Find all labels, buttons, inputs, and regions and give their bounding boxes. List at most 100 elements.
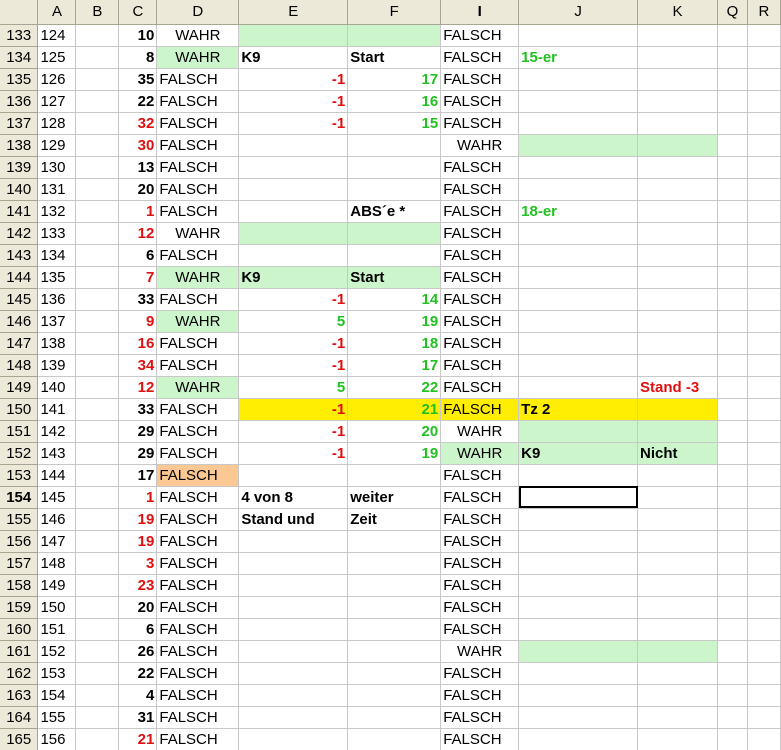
cell-d[interactable]: FALSCH <box>156 662 240 685</box>
cell-a[interactable]: 145 <box>37 486 77 509</box>
cell-c[interactable]: 30 <box>118 134 158 157</box>
cell-i[interactable]: FALSCH <box>440 728 520 750</box>
cell-f[interactable] <box>347 728 442 750</box>
cell-k[interactable] <box>637 200 718 223</box>
cell-i[interactable]: FALSCH <box>440 112 520 135</box>
cell-r[interactable] <box>747 156 781 179</box>
cell-d[interactable]: FALSCH <box>156 332 240 355</box>
cell-c[interactable]: 35 <box>118 68 158 91</box>
cell-d[interactable]: FALSCH <box>156 684 240 707</box>
cell-k[interactable] <box>637 288 718 311</box>
cell-i[interactable]: FALSCH <box>440 618 520 641</box>
cell-e[interactable]: 5 <box>238 376 349 399</box>
cell-d[interactable]: FALSCH <box>156 464 240 487</box>
cell-r[interactable] <box>747 178 781 201</box>
cell-b[interactable] <box>75 332 120 355</box>
cell-e[interactable]: -1 <box>238 332 349 355</box>
cell-d[interactable]: FALSCH <box>156 200 240 223</box>
cell-j[interactable] <box>518 288 639 311</box>
cell-e[interactable] <box>238 662 349 685</box>
cell-b[interactable] <box>75 398 120 421</box>
column-header-j[interactable]: J <box>518 0 639 25</box>
cell-b[interactable] <box>75 706 120 729</box>
cell-f[interactable] <box>347 640 442 663</box>
cell-b[interactable] <box>75 530 120 553</box>
cell-k[interactable] <box>637 398 718 421</box>
cell-j[interactable] <box>518 662 639 685</box>
cell-a[interactable]: 153 <box>37 662 77 685</box>
cell-c[interactable]: 3 <box>118 552 158 575</box>
cell-f[interactable]: 19 <box>347 442 442 465</box>
cell-j[interactable]: Tz 2 <box>518 398 639 421</box>
cell-j[interactable] <box>518 156 639 179</box>
cell-q[interactable] <box>717 398 748 421</box>
cell-k[interactable] <box>637 112 718 135</box>
row-header[interactable]: 145 <box>0 288 39 311</box>
cell-k[interactable] <box>637 24 718 47</box>
cell-e[interactable] <box>238 134 349 157</box>
cell-b[interactable] <box>75 684 120 707</box>
cell-b[interactable] <box>75 310 120 333</box>
cell-c[interactable]: 19 <box>118 508 158 531</box>
cell-d[interactable]: FALSCH <box>156 486 240 509</box>
cell-i[interactable]: FALSCH <box>440 530 520 553</box>
cell-d[interactable]: WAHR <box>156 310 240 333</box>
cell-d[interactable]: FALSCH <box>156 244 240 267</box>
cell-b[interactable] <box>75 222 120 245</box>
cell-a[interactable]: 155 <box>37 706 77 729</box>
cell-f[interactable]: 18 <box>347 332 442 355</box>
cell-c[interactable]: 1 <box>118 486 158 509</box>
cell-e[interactable] <box>238 178 349 201</box>
cell-e[interactable]: -1 <box>238 442 349 465</box>
cell-a[interactable]: 137 <box>37 310 77 333</box>
cell-b[interactable] <box>75 464 120 487</box>
cell-a[interactable]: 154 <box>37 684 77 707</box>
cell-f[interactable] <box>347 222 442 245</box>
cell-c[interactable]: 22 <box>118 662 158 685</box>
cell-j[interactable] <box>518 706 639 729</box>
cell-i[interactable]: FALSCH <box>440 684 520 707</box>
cell-e[interactable] <box>238 24 349 47</box>
row-header[interactable]: 154 <box>0 486 39 509</box>
cell-r[interactable] <box>747 332 781 355</box>
cell-b[interactable] <box>75 354 120 377</box>
cell-r[interactable] <box>747 684 781 707</box>
column-header-q[interactable]: Q <box>717 0 748 25</box>
cell-f[interactable]: Start <box>347 266 442 289</box>
cell-b[interactable] <box>75 68 120 91</box>
cell-q[interactable] <box>717 90 748 113</box>
cell-k[interactable] <box>637 420 718 443</box>
row-header[interactable]: 142 <box>0 222 39 245</box>
cell-f[interactable] <box>347 618 442 641</box>
cell-r[interactable] <box>747 310 781 333</box>
cell-d[interactable]: WAHR <box>156 376 240 399</box>
cell-r[interactable] <box>747 640 781 663</box>
cell-k[interactable] <box>637 508 718 531</box>
cell-j[interactable] <box>518 420 639 443</box>
cell-a[interactable]: 139 <box>37 354 77 377</box>
cell-b[interactable] <box>75 574 120 597</box>
cell-i[interactable]: FALSCH <box>440 310 520 333</box>
cell-r[interactable] <box>747 398 781 421</box>
cell-i[interactable]: FALSCH <box>440 156 520 179</box>
cell-c[interactable]: 6 <box>118 244 158 267</box>
cell-q[interactable] <box>717 200 748 223</box>
cell-d[interactable]: WAHR <box>156 24 240 47</box>
cell-b[interactable] <box>75 156 120 179</box>
cell-i[interactable]: FALSCH <box>440 706 520 729</box>
cell-k[interactable] <box>637 90 718 113</box>
cell-e[interactable] <box>238 574 349 597</box>
cell-k[interactable] <box>637 618 718 641</box>
cell-f[interactable] <box>347 178 442 201</box>
cell-r[interactable] <box>747 266 781 289</box>
cell-d[interactable]: FALSCH <box>156 640 240 663</box>
column-header-r[interactable]: R <box>747 0 781 25</box>
cell-b[interactable] <box>75 288 120 311</box>
cell-d[interactable]: FALSCH <box>156 134 240 157</box>
row-header[interactable]: 135 <box>0 68 39 91</box>
cell-k[interactable] <box>637 486 718 509</box>
cell-j[interactable] <box>518 310 639 333</box>
cell-k[interactable] <box>637 464 718 487</box>
cell-k[interactable] <box>637 728 718 750</box>
column-header-f[interactable]: F <box>347 0 442 25</box>
